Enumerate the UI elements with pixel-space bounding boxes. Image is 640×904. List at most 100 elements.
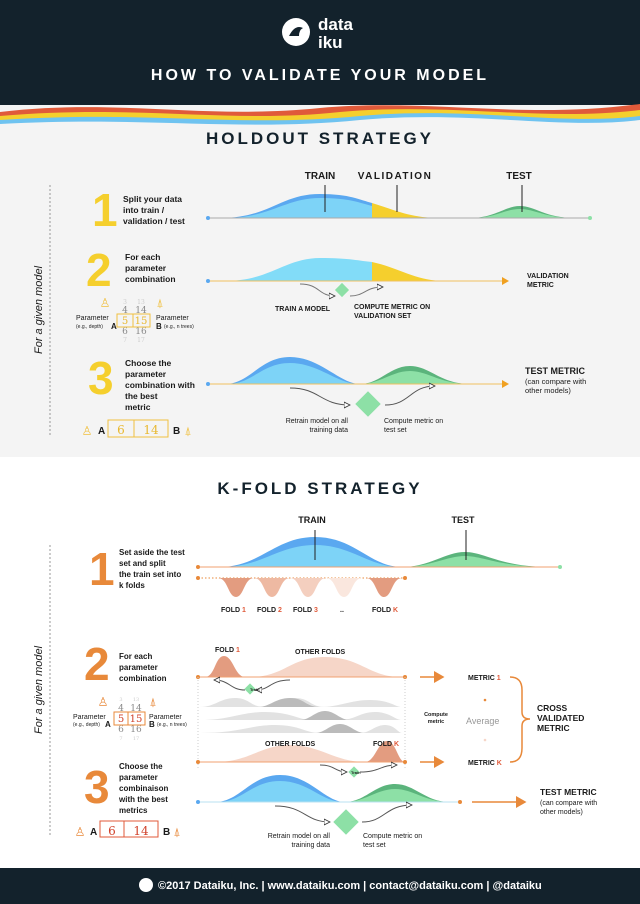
- svg-text:FOLD 1: FOLD 1: [221, 607, 246, 614]
- svg-text:FOLD 2: FOLD 2: [257, 607, 282, 614]
- svg-text:Choose the: Choose the: [125, 358, 172, 368]
- svg-text:combination: combination: [125, 274, 176, 284]
- svg-text:Parameter: Parameter: [156, 315, 189, 322]
- train-label: TRAIN: [298, 515, 326, 525]
- svg-text:5: 5: [118, 714, 124, 725]
- depth-icon: ♙: [82, 424, 93, 438]
- svg-text:FOLD K: FOLD K: [373, 741, 399, 748]
- logo-text-data: data: [318, 15, 354, 34]
- svg-text:combinaison: combinaison: [119, 784, 168, 793]
- step-1-text: Set aside the test set and split the tra…: [119, 548, 185, 590]
- compute-test-label: Compute metric on: [363, 833, 422, 840]
- svg-text:13: 13: [137, 299, 145, 306]
- depth-icon: ♙: [98, 695, 109, 709]
- fold-3-shape: [290, 578, 326, 597]
- bird-icon: [139, 878, 153, 892]
- step-number: 3: [84, 761, 110, 813]
- average-label: Average: [466, 716, 499, 726]
- step-number: 1: [89, 543, 115, 595]
- svg-text:B: B: [156, 322, 162, 331]
- fold-1-shape: [218, 578, 254, 597]
- train-tag: Train: [351, 770, 361, 775]
- page-title: HOW TO VALIDATE YOUR MODEL: [151, 67, 489, 84]
- fold-k-shape: [366, 578, 402, 597]
- svg-text:Parameter: Parameter: [73, 714, 106, 721]
- svg-text:6: 6: [122, 327, 128, 337]
- svg-text:METRIC 1: METRIC 1: [468, 675, 501, 682]
- tree-icon: ⍋: [184, 424, 191, 438]
- compute-metric-label: COMPUTE METRIC ON: [354, 304, 430, 311]
- svg-text:6: 6: [117, 423, 125, 437]
- svg-text:training data: training data: [291, 842, 330, 849]
- svg-text:the train set into: the train set into: [119, 570, 181, 579]
- train-model-label: TRAIN A MODEL: [275, 306, 331, 313]
- svg-text:B: B: [149, 720, 155, 729]
- svg-text:B: B: [173, 426, 180, 437]
- svg-text:A: A: [90, 827, 97, 838]
- test-label: TEST: [506, 171, 532, 182]
- svg-text:(e.g., depth): (e.g., depth): [73, 722, 100, 728]
- svg-text:14: 14: [133, 824, 149, 838]
- svg-text:3: 3: [119, 697, 122, 703]
- svg-text:with the best: with the best: [118, 795, 168, 804]
- step-number: 3: [88, 352, 114, 404]
- svg-text:set and split: set and split: [119, 559, 166, 568]
- svg-text:validation / test: validation / test: [123, 216, 185, 226]
- svg-text:the best: the best: [125, 391, 158, 401]
- depth-icon: ♙: [100, 296, 111, 310]
- svg-text:(can compare with: (can compare with: [525, 377, 586, 386]
- fold-labels: FOLD 1 FOLD 2 FOLD 3 .. FOLD K: [221, 607, 398, 614]
- retrain-label: Retrain model on all: [268, 833, 331, 840]
- svg-text:3: 3: [123, 299, 127, 306]
- footer-text: ©2017 Dataiku, Inc. | www.dataiku.com | …: [158, 880, 542, 892]
- svg-text:Split your data: Split your data: [123, 194, 182, 204]
- test-metric-label: TEST METRIC: [540, 787, 597, 797]
- step-number: 1: [92, 184, 118, 236]
- svg-text:training data: training data: [309, 427, 348, 434]
- svg-text:other models): other models): [525, 386, 571, 395]
- svg-text:metric: metric: [428, 719, 445, 725]
- test-label: TEST: [451, 515, 475, 525]
- svg-text:METRIC K: METRIC K: [468, 760, 502, 767]
- svg-text:METRIC: METRIC: [537, 723, 570, 733]
- svg-text:into train /: into train /: [123, 205, 165, 215]
- svg-text:7: 7: [119, 736, 122, 742]
- test-metric-label: TEST METRIC: [525, 366, 585, 376]
- svg-text:metric: metric: [125, 402, 151, 412]
- best-combination: ♙ A 6 14 B ⍋: [75, 820, 181, 839]
- svg-text:metrics: metrics: [119, 806, 148, 815]
- svg-text:parameter: parameter: [119, 663, 158, 672]
- svg-text:14: 14: [143, 423, 159, 437]
- svg-text:(e.g., depth): (e.g., depth): [76, 324, 103, 330]
- svg-text:17: 17: [137, 337, 145, 344]
- svg-text:test set: test set: [363, 842, 386, 849]
- svg-text:B: B: [163, 827, 170, 838]
- svg-text:16: 16: [130, 725, 142, 735]
- svg-text:FOLD K: FOLD K: [372, 607, 398, 614]
- svg-text:VALIDATED: VALIDATED: [537, 713, 584, 723]
- svg-text:7: 7: [123, 337, 127, 344]
- depth-icon: ♙: [75, 825, 86, 839]
- svg-text:Choose the: Choose the: [119, 762, 163, 771]
- kfold-title: K-FOLD STRATEGY: [217, 479, 422, 498]
- fold-2-shape: [254, 578, 290, 597]
- svg-text:FOLD 3: FOLD 3: [293, 607, 318, 614]
- kfold-distribution: [196, 530, 562, 597]
- svg-text:For each: For each: [125, 252, 160, 262]
- other-folds-label: OTHER FOLDS: [295, 649, 345, 656]
- train-label: TRAIN: [305, 171, 336, 182]
- svg-text:Set aside the test: Set aside the test: [119, 548, 185, 557]
- compute-metric-label: Compute: [424, 712, 448, 718]
- svg-text:6: 6: [118, 725, 124, 735]
- tree-icon: ⍋: [173, 825, 180, 839]
- svg-text:16: 16: [135, 327, 147, 337]
- svg-text:..: ..: [340, 607, 344, 614]
- svg-text:5: 5: [122, 316, 128, 327]
- svg-text:(can compare with: (can compare with: [540, 800, 597, 807]
- validation-metric-label: VALIDATION: [527, 273, 569, 280]
- train-tag: Train: [250, 687, 260, 692]
- svg-text:6: 6: [108, 824, 116, 838]
- validation-label: VALIDATION: [358, 171, 433, 182]
- step-number: 2: [84, 638, 110, 690]
- svg-text:17: 17: [133, 736, 139, 742]
